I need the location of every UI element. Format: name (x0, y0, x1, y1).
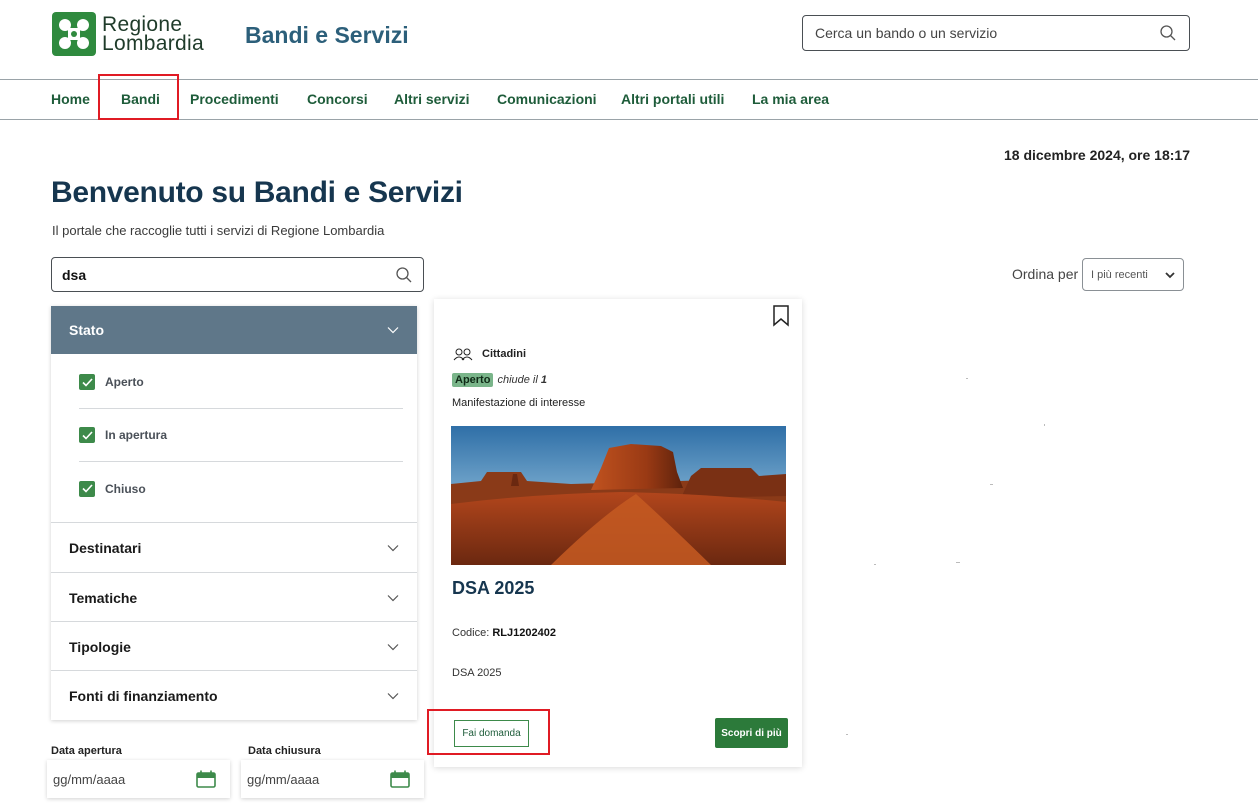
chevron-down-icon (387, 327, 399, 334)
main-nav: Home Bandi Procedimenti Concorsi Altri s… (0, 80, 1258, 120)
date-close-placeholder: gg/mm/aaaa (247, 771, 320, 787)
nav-altri-portali[interactable]: Altri portali utili (621, 91, 724, 107)
card-code-value: RLJ1202402 (492, 627, 556, 639)
card-title[interactable]: DSA 2025 (452, 578, 534, 599)
page-title: Benvenuto su Bandi e Servizi (51, 176, 463, 209)
people-icon (453, 348, 473, 361)
card-image (451, 426, 786, 565)
bookmark-icon[interactable] (772, 305, 790, 327)
nav-concorsi[interactable]: Concorsi (307, 91, 368, 107)
search-icon[interactable] (395, 266, 413, 284)
filter-fonti-finanziamento[interactable]: Fonti di finanziamento (51, 670, 417, 720)
card-type: Manifestazione di interesse (452, 397, 586, 409)
nav-altri-servizi[interactable]: Altri servizi (394, 91, 469, 107)
filter-section-label: Tematiche (69, 589, 138, 606)
filter-option-aperto[interactable]: Aperto (79, 356, 403, 409)
filter-section-label: Destinatari (69, 539, 142, 556)
filter-option-in-apertura[interactable]: In apertura (79, 409, 403, 462)
card-description: DSA 2025 (452, 667, 502, 679)
current-date: 18 dicembre 2024, ore 18:17 (1003, 147, 1190, 163)
artifact-dot (846, 734, 848, 735)
card-audience-label: Cittadini (482, 348, 526, 360)
chevron-down-icon (387, 643, 399, 650)
top-search-input[interactable] (815, 25, 1159, 41)
filters-panel: Stato Aperto In apertura Chiuso Destinat… (51, 306, 417, 720)
filter-tipologie[interactable]: Tipologie (51, 621, 417, 671)
checkbox-checked-icon[interactable] (79, 427, 95, 443)
filter-stato-header[interactable]: Stato (51, 306, 417, 354)
date-close-label: Data chiusura (248, 745, 321, 757)
filter-tematiche[interactable]: Tematiche (51, 572, 417, 622)
scopri-di-piu-button[interactable]: Scopri di più (715, 718, 788, 748)
card-closes-value: 1 (540, 374, 547, 386)
bandi-search-box (51, 257, 424, 292)
regione-lombardia-logo[interactable]: Regione Lombardia (52, 12, 204, 56)
logo-mark-icon (52, 12, 96, 56)
bandi-search-input[interactable] (62, 266, 395, 283)
date-open-placeholder: gg/mm/aaaa (53, 771, 126, 787)
logo-text: Regione Lombardia (102, 14, 204, 55)
empty-card-area (826, 294, 1258, 774)
card-code: Codice: RLJ1202402 (452, 627, 556, 639)
artifact-dot (874, 564, 876, 565)
filter-option-label: Chiuso (105, 481, 146, 496)
filter-option-label: In apertura (105, 428, 168, 442)
filter-stato-label: Stato (69, 322, 104, 338)
calendar-icon[interactable] (390, 770, 410, 788)
bandi-highlight-box (98, 74, 179, 120)
calendar-icon[interactable] (196, 770, 216, 788)
artifact-dot (1044, 424, 1045, 426)
date-open-label: Data apertura (51, 745, 122, 757)
top-search-box (802, 15, 1190, 51)
page-subtitle: Il portale che raccoglie tutti i servizi… (52, 223, 385, 238)
card-status-row: Aperto chiude il 1 (452, 373, 547, 387)
filter-option-label: Aperto (105, 375, 144, 389)
filter-destinatari[interactable]: Destinatari (51, 522, 417, 572)
status-badge: Aperto (452, 373, 494, 387)
sort-label: Ordina per (1012, 266, 1079, 282)
artifact-dot (956, 562, 960, 563)
date-close-field[interactable]: gg/mm/aaaa (241, 760, 424, 798)
nav-mia-area[interactable]: La mia area (752, 91, 829, 107)
nav-comunicazioni[interactable]: Comunicazioni (497, 91, 597, 107)
chevron-down-icon (1165, 271, 1175, 278)
apply-highlight-box (427, 709, 550, 755)
nav-procedimenti[interactable]: Procedimenti (190, 91, 279, 107)
chevron-down-icon (387, 594, 399, 601)
filter-section-label: Fonti di finanziamento (69, 687, 218, 704)
sort-selected-value: I più recenti (1091, 268, 1148, 281)
artifact-dot (990, 484, 993, 485)
nav-home[interactable]: Home (51, 91, 90, 107)
chevron-down-icon (387, 692, 399, 699)
checkbox-checked-icon[interactable] (79, 480, 95, 497)
sort-select[interactable]: I più recenti (1082, 258, 1184, 291)
filter-section-label: Tipologie (69, 638, 131, 655)
brand-line-2: Lombardia (102, 32, 204, 55)
date-open-field[interactable]: gg/mm/aaaa (47, 760, 230, 798)
site-title[interactable]: Bandi e Servizi (245, 22, 409, 49)
card-audience: Cittadini (452, 347, 526, 361)
site-header: Regione Lombardia Bandi e Servizi (0, 0, 1258, 80)
chevron-down-icon (387, 544, 399, 551)
artifact-dot (966, 378, 968, 379)
checkbox-checked-icon[interactable] (79, 374, 95, 390)
card-closes-text: chiude il (497, 374, 538, 386)
filter-option-chiuso[interactable]: Chiuso (79, 462, 403, 515)
search-icon[interactable] (1159, 24, 1177, 42)
bando-card: Cittadini Aperto chiude il 1 Manifestazi… (434, 299, 802, 767)
card-code-label: Codice: (452, 627, 490, 639)
